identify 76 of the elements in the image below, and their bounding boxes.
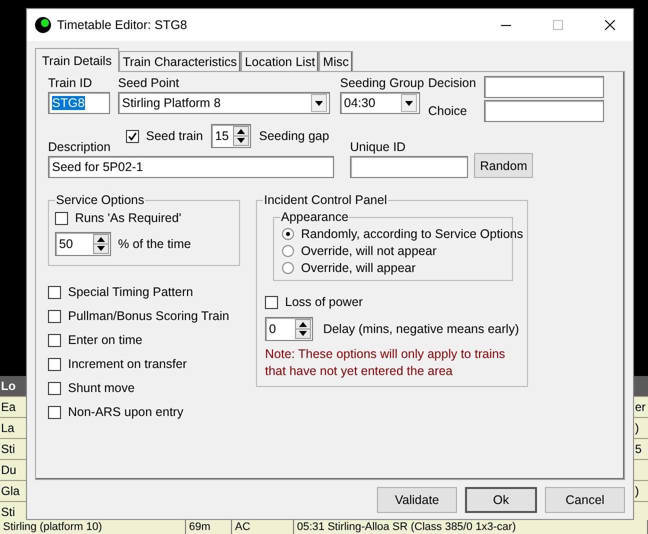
group-title: Appearance	[280, 210, 350, 224]
checkbox-label: Enter on time	[68, 333, 142, 347]
field-label: Train ID	[48, 76, 93, 90]
table-cell: )	[634, 418, 648, 439]
radio-label: Override, will appear	[301, 261, 416, 275]
note-text: Note: These options will only apply to trains that have not yet entered the area	[265, 346, 506, 380]
field-label: % of the time	[118, 237, 191, 251]
field-label: Unique ID	[350, 140, 407, 154]
radio-label: Randomly, according to Service Options	[301, 227, 524, 241]
checkbox[interactable]	[126, 130, 139, 142]
checkmark-icon	[128, 132, 137, 140]
group-title: Service Options	[55, 193, 146, 207]
dialog-button[interactable]: Ok	[465, 487, 537, 513]
checkbox[interactable]	[48, 310, 61, 322]
checkbox[interactable]	[48, 286, 61, 298]
checkbox-label: Loss of power	[285, 295, 363, 309]
spin-arrows-icon	[295, 319, 312, 339]
field-label: Decision	[428, 76, 478, 90]
checkbox-label: Shunt move	[68, 381, 135, 395]
checkbox-label: Non-ARS upon entry	[68, 405, 184, 419]
unique-id-field[interactable]	[350, 156, 468, 178]
tab[interactable]: Train Details	[35, 48, 119, 72]
radio-button[interactable]	[282, 245, 294, 257]
decision-field[interactable]	[484, 76, 604, 98]
table-cell: Ea	[0, 397, 26, 418]
table-cell: La	[0, 418, 26, 439]
field-label: Seeding Group	[340, 76, 424, 90]
percent-spinner[interactable]: 50	[55, 232, 111, 256]
dialog-button[interactable]: Validate	[377, 487, 457, 513]
table-cell: Gla	[0, 481, 26, 502]
tab[interactable]: Train Characteristics	[118, 51, 241, 71]
field-label: Description	[48, 140, 112, 154]
table-cell: 5	[634, 439, 648, 460]
seeding-gap-spinner[interactable]: 15	[210, 124, 251, 148]
maximize-icon	[553, 20, 563, 30]
table-cell: Du	[0, 460, 26, 481]
spin-arrows-icon	[93, 234, 109, 254]
checkbox[interactable]	[265, 296, 278, 308]
table-cell: er	[634, 397, 648, 418]
choice-field[interactable]	[484, 100, 604, 122]
table-cell: Sti	[0, 439, 26, 460]
checkbox[interactable]	[55, 212, 68, 224]
field-label: Delay (mins, negative means early)	[323, 322, 519, 336]
checkbox-label: Seed train	[146, 129, 203, 143]
field-label: Choice	[428, 104, 468, 118]
close-icon	[605, 20, 615, 30]
app-icon	[35, 17, 51, 33]
table-header	[634, 376, 648, 397]
checkbox[interactable]	[48, 334, 61, 346]
train-id-field[interactable]: STG8	[48, 92, 110, 114]
checkbox-label: Runs 'As Required'	[75, 211, 182, 225]
table-cell	[634, 460, 648, 481]
checkbox[interactable]	[48, 406, 61, 418]
tab[interactable]: Location List	[240, 51, 320, 71]
seeding-group-combo[interactable]: 04:30	[340, 92, 420, 114]
radio-label: Override, will not appear	[301, 244, 436, 258]
radio-button[interactable]	[282, 262, 294, 274]
dialog-button[interactable]: Cancel	[545, 487, 625, 513]
tab[interactable]: Misc	[319, 51, 353, 71]
checkbox[interactable]	[48, 358, 61, 370]
checkbox-label: Pullman/Bonus Scoring Train	[68, 309, 230, 323]
window-title: Timetable Editor: STG8	[57, 18, 188, 32]
group-title: Incident Control Panel	[263, 193, 388, 207]
field-label: Seeding gap	[258, 129, 330, 143]
radio-button[interactable]	[282, 228, 294, 240]
checkbox-label: Increment on transfer	[68, 357, 187, 371]
table-header: Lo	[0, 376, 26, 397]
description-field[interactable]: Seed for 5P02-1	[48, 156, 334, 178]
field-label: Seed Point	[118, 76, 180, 90]
table-cell: )	[634, 481, 648, 502]
delay-spinner[interactable]: 0	[265, 317, 314, 341]
random-button[interactable]: Random	[474, 153, 534, 178]
checkbox[interactable]	[48, 382, 61, 394]
checkbox-label: Special Timing Pattern	[68, 285, 194, 299]
spin-arrows-icon	[232, 126, 249, 146]
seed-point-combo[interactable]: Stirling Platform 8	[118, 92, 330, 114]
